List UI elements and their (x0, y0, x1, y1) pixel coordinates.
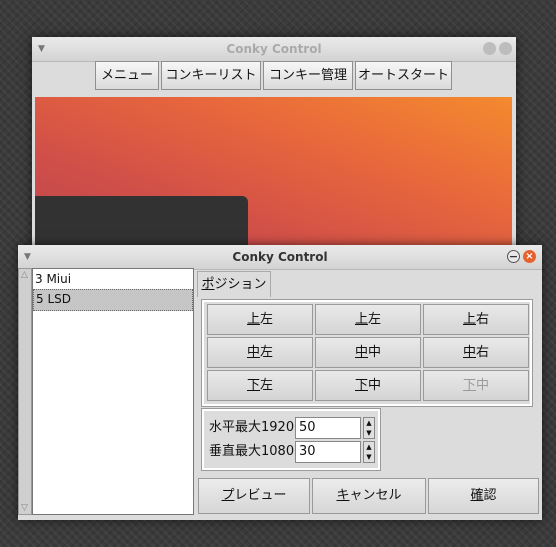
position-top-left-button[interactable]: 上左 (207, 304, 313, 335)
wallpaper-preview (35, 97, 512, 257)
position-panel: 上左 上左 上右 中左 中中 中右 下左 下中 下中 (201, 299, 533, 407)
position-bottom-right-button: 下中 (423, 370, 529, 401)
list-item-lsd[interactable]: 5 LSD (33, 289, 193, 311)
list-item-miui[interactable]: 3 Miui (33, 269, 193, 289)
close-icon[interactable]: × (523, 250, 536, 263)
position-middle-right-button[interactable]: 中右 (423, 337, 529, 368)
conky-list-button[interactable]: コンキーリスト (161, 61, 261, 90)
horizontal-stepper[interactable]: ▲ ▼ (363, 417, 375, 439)
vertical-label: 垂直最大1080 (209, 444, 295, 459)
back-titlebar[interactable]: ▼ Conky Control (32, 37, 516, 62)
position-bottom-center-button[interactable]: 下中 (315, 370, 421, 401)
front-window: ▼ Conky Control − × △ ▽ 3 Miui 5 LSD ポジシ… (18, 245, 542, 520)
minimize-icon[interactable] (483, 42, 496, 55)
vertical-stepper[interactable]: ▲ ▼ (363, 441, 375, 463)
preview-button[interactable]: プレビュー (198, 478, 310, 514)
back-window: ▼ Conky Control メニュー コンキーリスト コンキー管理 オートス… (32, 37, 516, 267)
list-scrollbar[interactable]: △ ▽ (18, 268, 32, 515)
position-bottom-left-button[interactable]: 下左 (207, 370, 313, 401)
scroll-down-icon[interactable]: ▽ (21, 503, 28, 513)
position-top-center-button[interactable]: 上左 (315, 304, 421, 335)
menu-button[interactable]: メニュー (95, 61, 159, 90)
front-window-title: Conky Control (232, 250, 328, 264)
window-menu-icon[interactable]: ▼ (24, 245, 31, 269)
cancel-button[interactable]: キャンセル (312, 478, 426, 514)
tab-mnemonic: ポ (201, 277, 215, 292)
autostart-button[interactable]: オートスタート (355, 61, 452, 90)
front-titlebar[interactable]: ▼ Conky Control − × (18, 245, 542, 270)
back-window-title: Conky Control (226, 42, 322, 56)
horizontal-label: 水平最大1920 (209, 420, 295, 435)
position-top-right-button[interactable]: 上右 (423, 304, 529, 335)
vertical-input[interactable]: 30 (295, 441, 361, 463)
minimize-icon[interactable]: − (507, 250, 520, 263)
offset-panel: 水平最大1920 50 ▲ ▼ 垂直最大1080 30 ▲ ▼ (201, 408, 381, 471)
tab-label: ジション (214, 277, 267, 292)
scroll-up-icon[interactable]: △ (21, 270, 28, 280)
tab-position[interactable]: ポジション (197, 271, 271, 297)
conky-list[interactable]: 3 Miui 5 LSD (32, 268, 194, 515)
position-middle-left-button[interactable]: 中左 (207, 337, 313, 368)
conky-manage-button[interactable]: コンキー管理 (263, 61, 353, 90)
close-icon[interactable] (499, 42, 512, 55)
position-middle-center-button[interactable]: 中中 (315, 337, 421, 368)
horizontal-input[interactable]: 50 (295, 417, 361, 439)
window-menu-icon[interactable]: ▼ (38, 37, 45, 61)
ok-button[interactable]: 確認 (428, 478, 539, 514)
